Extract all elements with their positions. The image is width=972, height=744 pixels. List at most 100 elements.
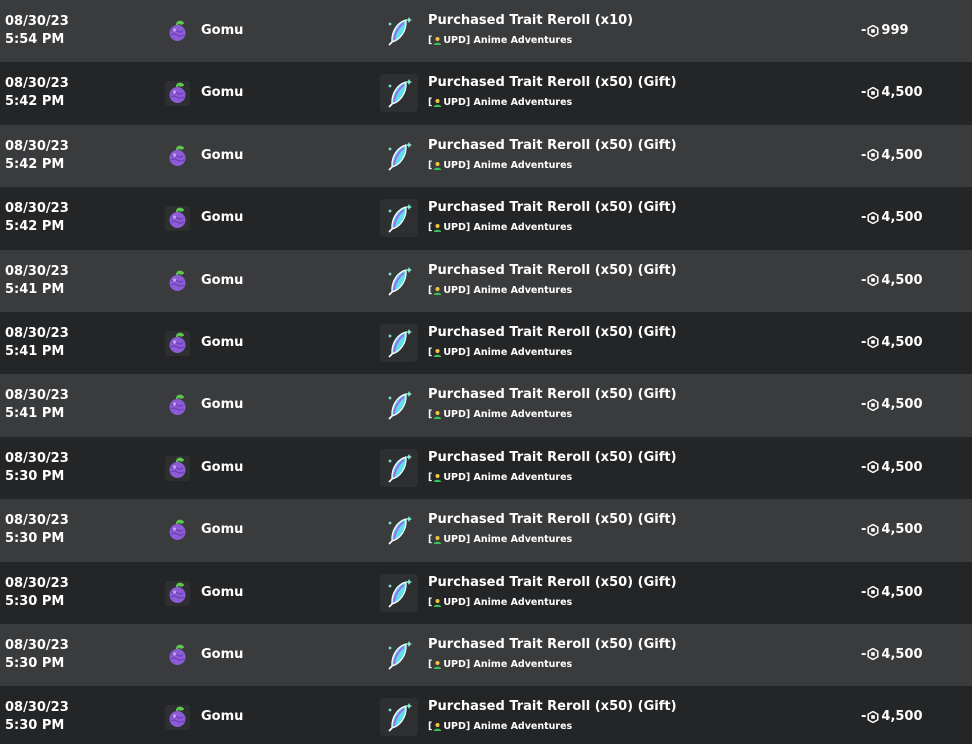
transaction-date: 08/30/23 5:42 PM — [5, 138, 69, 174]
transaction-row: 08/30/23 5:30 PM Gomu Purchased Trait Re… — [0, 436, 972, 500]
devil-fruit-icon[interactable] — [165, 144, 190, 169]
user-name[interactable]: Gomu — [201, 709, 243, 724]
date-text: 08/30/23 — [5, 388, 69, 404]
user-name[interactable]: Gomu — [201, 210, 243, 225]
game-prefix: [ — [428, 97, 433, 109]
devil-fruit-icon[interactable] — [165, 393, 190, 418]
item-title[interactable]: Purchased Trait Reroll (x50) (Gift) — [428, 637, 677, 652]
devil-fruit-icon[interactable] — [165, 455, 190, 481]
devil-fruit-icon[interactable] — [165, 643, 190, 668]
game-link[interactable]: [ UPD] Anime Adventures — [428, 285, 572, 296]
crystal-feather-icon[interactable] — [380, 262, 418, 300]
time-text: 5:42 PM — [5, 219, 65, 235]
game-name: UPD] Anime Adventures — [443, 409, 573, 421]
crystal-feather-icon[interactable] — [380, 137, 418, 175]
game-prefix: [ — [428, 159, 433, 171]
devil-fruit-icon[interactable] — [165, 269, 190, 294]
transaction-row: 08/30/23 5:30 PM Gomu Purchased Trait Re… — [0, 561, 972, 624]
game-link[interactable]: [ UPD] Anime Adventures — [428, 347, 572, 358]
amount-sign: - — [861, 584, 867, 600]
devil-fruit-icon[interactable] — [165, 206, 190, 232]
game-name: UPD] Anime Adventures — [443, 159, 573, 171]
transaction-row: 08/30/23 5:42 PM Gomu Purchased Trait Re… — [0, 124, 972, 188]
game-link[interactable]: [ UPD] Anime Adventures — [428, 97, 572, 108]
user-name[interactable]: Gomu — [201, 335, 243, 350]
game-link[interactable]: [ UPD] Anime Adventures — [428, 35, 572, 46]
user-badge-icon — [433, 598, 442, 607]
crystal-feather-icon[interactable] — [380, 74, 418, 113]
amount-value: 4,500 — [881, 147, 923, 163]
transactions-list: 08/30/23 5:54 PM Gomu Purchased Trait Re… — [0, 0, 972, 744]
game-name: UPD] Anime Adventures — [443, 471, 573, 483]
devil-fruit-icon[interactable] — [165, 19, 190, 44]
user-badge-icon — [433, 348, 442, 357]
game-link[interactable]: [ UPD] Anime Adventures — [428, 472, 572, 483]
crystal-feather-icon[interactable] — [380, 199, 418, 238]
user-badge-icon — [433, 286, 442, 295]
time-text: 5:30 PM — [5, 655, 65, 671]
user-name[interactable]: Gomu — [201, 85, 243, 100]
user-name[interactable]: Gomu — [201, 397, 243, 412]
transaction-date: 08/30/23 5:30 PM — [5, 512, 69, 548]
game-prefix: [ — [428, 409, 433, 421]
robux-icon — [867, 461, 879, 474]
crystal-feather-icon[interactable] — [380, 448, 418, 487]
game-link[interactable]: [ UPD] Anime Adventures — [428, 409, 572, 420]
game-link[interactable]: [ UPD] Anime Adventures — [428, 721, 572, 732]
devil-fruit-icon[interactable] — [165, 330, 190, 356]
item-title[interactable]: Purchased Trait Reroll (x50) (Gift) — [428, 387, 677, 402]
transaction-amount: - 4,500 — [861, 210, 923, 225]
devil-fruit-icon[interactable] — [165, 81, 190, 107]
devil-fruit-icon[interactable] — [165, 518, 190, 543]
transaction-amount: - 4,500 — [861, 585, 923, 600]
transaction-date: 08/30/23 5:30 PM — [5, 450, 69, 486]
item-title[interactable]: Purchased Trait Reroll (x50) (Gift) — [428, 512, 677, 527]
transaction-row: 08/30/23 5:42 PM Gomu Purchased Trait Re… — [0, 187, 972, 250]
crystal-feather-icon[interactable] — [380, 511, 418, 549]
user-name[interactable]: Gomu — [201, 522, 243, 537]
amount-sign: - — [861, 23, 867, 38]
devil-fruit-icon[interactable] — [165, 705, 190, 731]
item-title[interactable]: Purchased Trait Reroll (x50) (Gift) — [428, 450, 677, 465]
amount-sign: - — [861, 334, 867, 350]
game-link[interactable]: [ UPD] Anime Adventures — [428, 160, 572, 171]
user-name[interactable]: Gomu — [201, 647, 243, 662]
crystal-feather-icon[interactable] — [380, 386, 418, 424]
crystal-feather-icon[interactable] — [380, 636, 418, 674]
item-title[interactable]: Purchased Trait Reroll (x10) — [428, 13, 633, 28]
item-title[interactable]: Purchased Trait Reroll (x50) (Gift) — [428, 325, 677, 340]
user-name[interactable]: Gomu — [201, 460, 243, 475]
robux-icon — [867, 86, 879, 99]
amount-sign: - — [861, 646, 867, 662]
item-title[interactable]: Purchased Trait Reroll (x50) (Gift) — [428, 575, 677, 590]
amount-sign: - — [861, 397, 867, 413]
item-title[interactable]: Purchased Trait Reroll (x50) (Gift) — [428, 263, 677, 278]
transaction-row: 08/30/23 5:30 PM Gomu Purchased Trait Re… — [0, 686, 972, 744]
date-text: 08/30/23 — [5, 513, 69, 529]
game-prefix: [ — [428, 658, 433, 670]
item-title[interactable]: Purchased Trait Reroll (x50) (Gift) — [428, 699, 677, 714]
devil-fruit-icon[interactable] — [165, 580, 190, 606]
amount-value: 4,500 — [881, 584, 923, 600]
crystal-feather-icon[interactable] — [380, 573, 418, 612]
user-name[interactable]: Gomu — [201, 23, 243, 38]
crystal-feather-icon[interactable] — [380, 323, 418, 362]
game-link[interactable]: [ UPD] Anime Adventures — [428, 659, 572, 670]
item-title[interactable]: Purchased Trait Reroll (x50) (Gift) — [428, 200, 677, 215]
time-text: 5:41 PM — [5, 406, 65, 422]
item-title[interactable]: Purchased Trait Reroll (x50) (Gift) — [428, 75, 677, 90]
crystal-feather-icon[interactable] — [380, 698, 418, 737]
user-name[interactable]: Gomu — [201, 585, 243, 600]
crystal-feather-icon[interactable] — [380, 12, 418, 50]
time-text: 5:30 PM — [5, 468, 65, 484]
game-link[interactable]: [ UPD] Anime Adventures — [428, 534, 572, 545]
game-link[interactable]: [ UPD] Anime Adventures — [428, 597, 572, 608]
user-badge-icon — [433, 535, 442, 545]
item-title[interactable]: Purchased Trait Reroll (x50) (Gift) — [428, 138, 677, 153]
user-name[interactable]: Gomu — [201, 273, 243, 288]
robux-icon — [867, 211, 879, 224]
user-name[interactable]: Gomu — [201, 148, 243, 163]
time-text: 5:42 PM — [5, 94, 65, 110]
game-link[interactable]: [ UPD] Anime Adventures — [428, 222, 572, 233]
amount-value: 4,500 — [881, 397, 923, 413]
